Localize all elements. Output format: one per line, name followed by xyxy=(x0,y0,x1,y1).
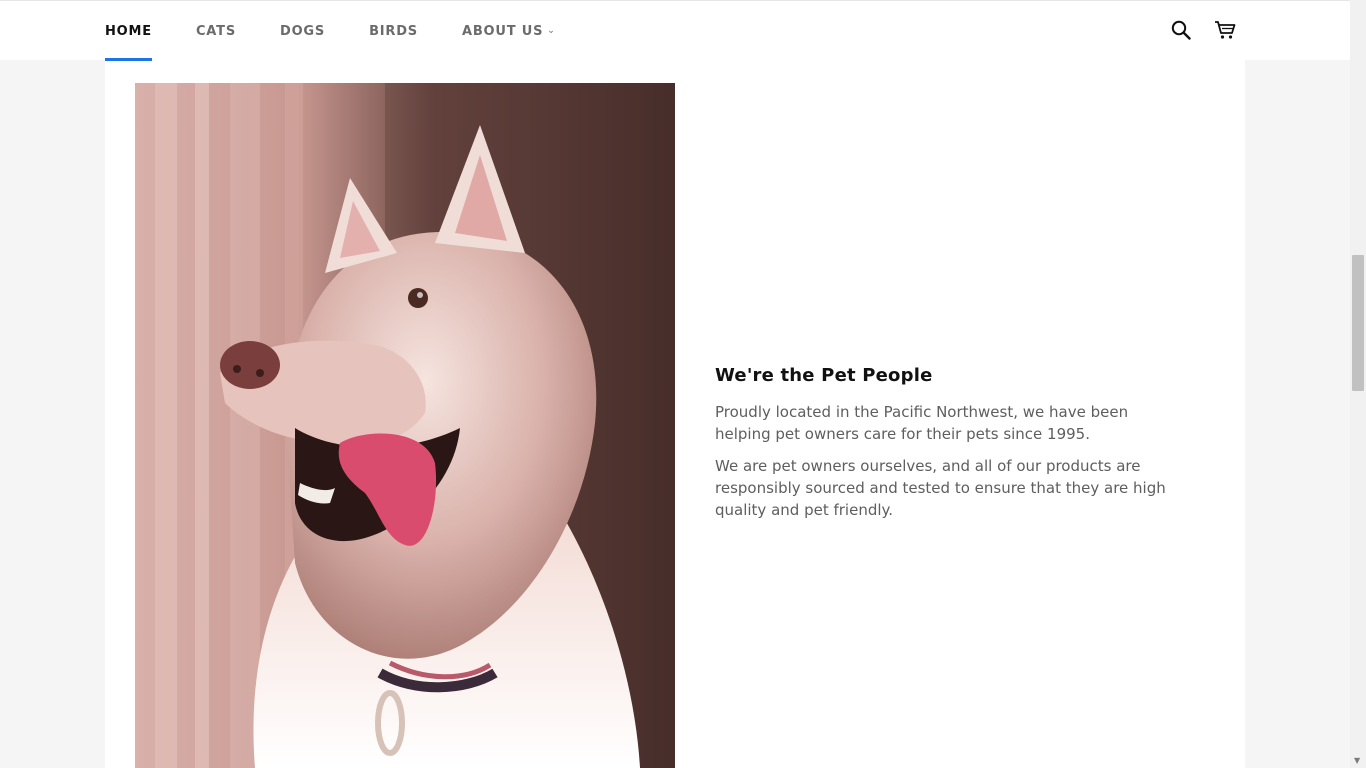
header-actions xyxy=(1170,18,1236,42)
section-title: We're the Pet People xyxy=(715,365,933,386)
nav-item-label: BIRDS xyxy=(369,23,418,39)
nav-item-cats[interactable]: CATS xyxy=(196,1,236,61)
main-nav: HOME CATS DOGS BIRDS ABOUT US ⌄ xyxy=(105,1,600,61)
nav-item-birds[interactable]: BIRDS xyxy=(369,1,418,61)
nav-item-label: HOME xyxy=(105,23,152,39)
chevron-down-icon: ⌄ xyxy=(547,26,556,36)
search-icon[interactable] xyxy=(1170,18,1192,42)
nav-item-label: DOGS xyxy=(279,23,326,39)
dog-photo xyxy=(135,83,675,768)
site-header: HOME CATS DOGS BIRDS ABOUT US ⌄ xyxy=(0,0,1350,61)
nav-item-label: CATS xyxy=(195,23,236,39)
nav-item-home[interactable]: HOME xyxy=(105,1,152,61)
nav-item-label: ABOUT US xyxy=(461,23,544,39)
cart-icon[interactable] xyxy=(1214,18,1236,42)
about-section: We're the Pet People Proudly located in … xyxy=(105,60,1245,768)
paragraph-products: We are pet owners ourselves, and all of … xyxy=(715,457,1166,519)
nav-item-dogs[interactable]: DOGS xyxy=(280,1,325,61)
nav-item-about-us[interactable]: ABOUT US ⌄ xyxy=(462,1,556,61)
scroll-down-arrow-icon[interactable]: ▼ xyxy=(1354,756,1360,765)
page-scrollbar[interactable]: ▼ xyxy=(1350,0,1366,768)
feature-text: We're the Pet People Proudly located in … xyxy=(715,365,1185,531)
paragraph-history: Proudly located in the Pacific Northwest… xyxy=(715,403,1129,443)
scroll-thumb[interactable] xyxy=(1352,255,1364,391)
